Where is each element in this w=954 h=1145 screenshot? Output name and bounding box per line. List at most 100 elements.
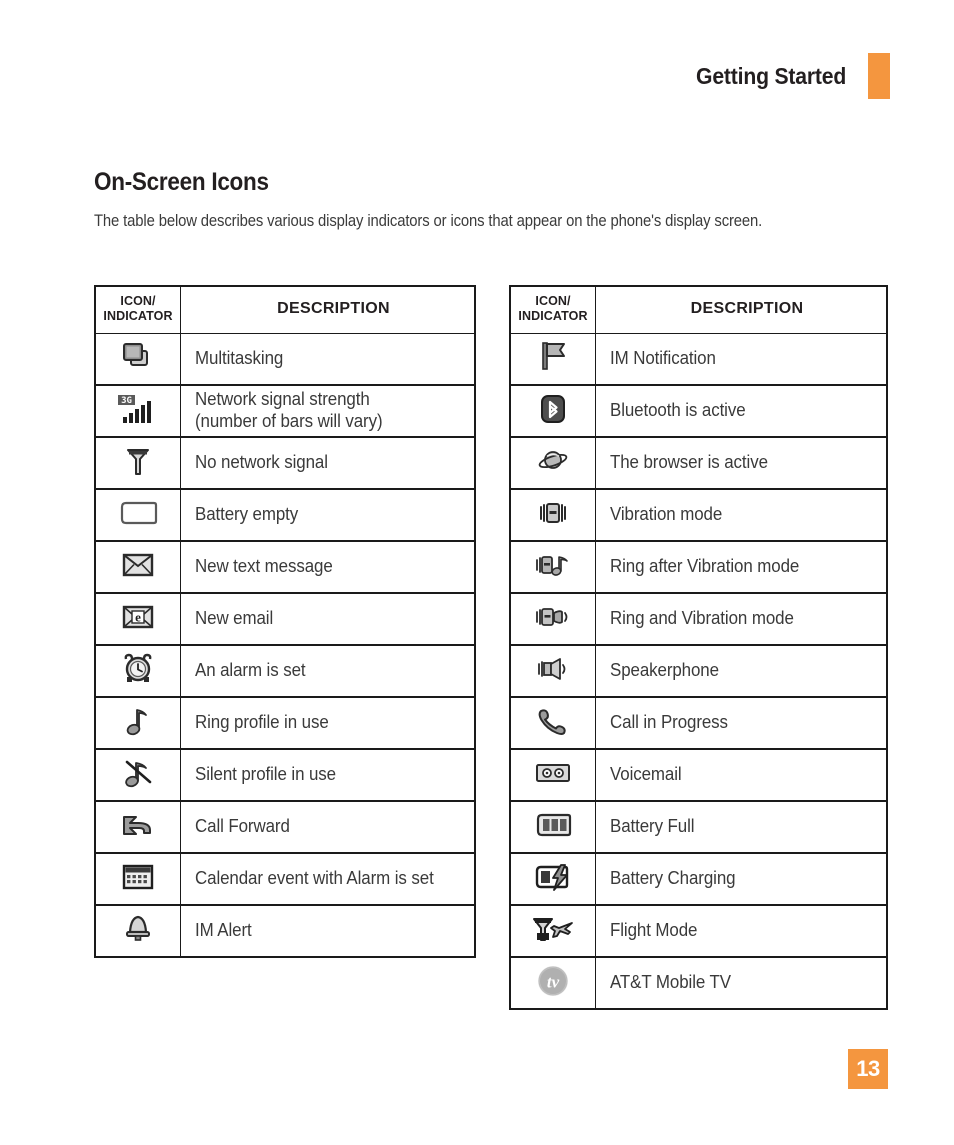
music-note-muted-icon — [122, 757, 154, 789]
description-cell: Ring after Vibration mode — [595, 540, 888, 594]
description-cell: Vibration mode — [595, 488, 888, 542]
table-header-row: ICON/ INDICATOR DESCRIPTION — [509, 285, 888, 334]
description-cell: Battery empty — [180, 488, 476, 542]
header-icon-line2: INDICATOR — [103, 308, 173, 323]
alarm-clock-icon — [122, 653, 154, 685]
icon-cell: 3G — [94, 384, 181, 438]
svg-text:3G: 3G — [121, 396, 132, 406]
battery-charging-icon — [533, 863, 573, 891]
table-row: Bluetooth is active — [509, 384, 888, 438]
description-cell: Call in Progress — [595, 696, 888, 750]
table-row: IM Notification — [509, 332, 888, 386]
battery-empty-icon — [118, 500, 158, 526]
icon-cell — [509, 852, 596, 906]
page-header: Getting Started — [0, 52, 954, 100]
table-row: Multitasking — [94, 332, 476, 386]
icon-cell — [509, 696, 596, 750]
icon-cell: tv — [509, 956, 596, 1010]
description-cell: Silent profile in use — [180, 748, 476, 802]
icon-cell — [509, 540, 596, 594]
icon-cell — [94, 436, 181, 490]
speakerphone-icon — [536, 655, 570, 683]
voicemail-tape-icon — [535, 761, 571, 785]
icon-cell — [509, 384, 596, 438]
table-row: The browser is active — [509, 436, 888, 490]
description-cell: Ring profile in use — [180, 696, 476, 750]
network-signal-3g-bars-icon: 3G — [117, 392, 159, 426]
table-row: Speakerphone — [509, 644, 888, 698]
table-row: Battery Charging — [509, 852, 888, 906]
icon-cell — [94, 748, 181, 802]
description-cell: The browser is active — [595, 436, 888, 490]
flag-icon — [538, 340, 568, 372]
header-description: DESCRIPTION — [595, 285, 888, 334]
description-cell: New text message — [180, 540, 476, 594]
new-text-message-envelope-icon — [121, 551, 155, 579]
table-row: Ring profile in use — [94, 696, 476, 750]
header-icon-indicator: ICON/ INDICATOR — [94, 285, 181, 334]
flight-mode-plane-icon — [532, 914, 574, 944]
calendar-icon — [122, 863, 154, 891]
description-cell: Call Forward — [180, 800, 476, 854]
table-row: New text message — [94, 540, 476, 594]
ring-and-vibration-icon — [535, 603, 571, 631]
table-row: Call in Progress — [509, 696, 888, 750]
icon-cell — [509, 332, 596, 386]
svg-text:tv: tv — [547, 972, 560, 991]
icon-cell — [94, 332, 181, 386]
description-cell: Battery Full — [595, 800, 888, 854]
table-row: Ring and Vibration mode — [509, 592, 888, 646]
icon-cell — [509, 800, 596, 854]
description-cell: Flight Mode — [595, 904, 888, 958]
description-cell: Multitasking — [180, 332, 476, 386]
page-number-badge: 13 — [848, 1049, 888, 1089]
icon-cell — [94, 696, 181, 750]
description-cell: New email — [180, 592, 476, 646]
table-row: tv AT&T Mobile TV — [509, 956, 888, 1010]
header-description: DESCRIPTION — [180, 285, 476, 334]
call-in-progress-handset-icon — [535, 707, 571, 735]
icon-cell — [509, 488, 596, 542]
icon-cell — [509, 436, 596, 490]
icon-cell — [94, 488, 181, 542]
icon-cell — [94, 800, 181, 854]
table-row: No network signal — [94, 436, 476, 490]
svg-text:e: e — [135, 609, 141, 624]
header-icon-indicator: ICON/ INDICATOR — [509, 285, 596, 334]
battery-full-icon — [534, 812, 572, 838]
section-intro-text: The table below describes various displa… — [94, 212, 763, 230]
header-icon-line1: ICON/ — [535, 294, 571, 308]
no-network-antenna-icon — [124, 445, 152, 477]
description-cell: Bluetooth is active — [595, 384, 888, 438]
table-row: 3G Network signal strength (number of bar… — [94, 384, 476, 438]
header-icon-line1: ICON/ — [120, 294, 156, 308]
description-cell: Calendar event with Alarm is set — [180, 852, 476, 906]
table-row: Silent profile in use — [94, 748, 476, 802]
icon-cell — [509, 592, 596, 646]
section-title: On-Screen Icons — [94, 168, 269, 196]
browser-globe-icon — [537, 447, 569, 475]
icon-cell — [94, 904, 181, 958]
page-title: Getting Started — [695, 62, 846, 89]
description-cell: Ring and Vibration mode — [595, 592, 888, 646]
icon-cell — [94, 852, 181, 906]
header-accent-bar — [868, 53, 890, 99]
description-cell: AT&T Mobile TV — [595, 956, 888, 1010]
description-cell: IM Notification — [595, 332, 888, 386]
icon-cell — [94, 540, 181, 594]
description-cell: An alarm is set — [180, 644, 476, 698]
music-note-icon — [125, 705, 151, 737]
table-row: Call Forward — [94, 800, 476, 854]
table-header-row: ICON/ INDICATOR DESCRIPTION — [94, 285, 476, 334]
icon-cell — [509, 644, 596, 698]
table-row: IM Alert — [94, 904, 476, 958]
icon-cell: e — [94, 592, 181, 646]
description-cell: Network signal strength (number of bars w… — [180, 384, 476, 438]
table-row: Calendar event with Alarm is set — [94, 852, 476, 906]
table-row: Ring after Vibration mode — [509, 540, 888, 594]
table-row: e New email — [94, 592, 476, 646]
description-cell: Battery Charging — [595, 852, 888, 906]
description-cell: Voicemail — [595, 748, 888, 802]
header-icon-line2: INDICATOR — [518, 308, 588, 323]
table-row: Voicemail — [509, 748, 888, 802]
